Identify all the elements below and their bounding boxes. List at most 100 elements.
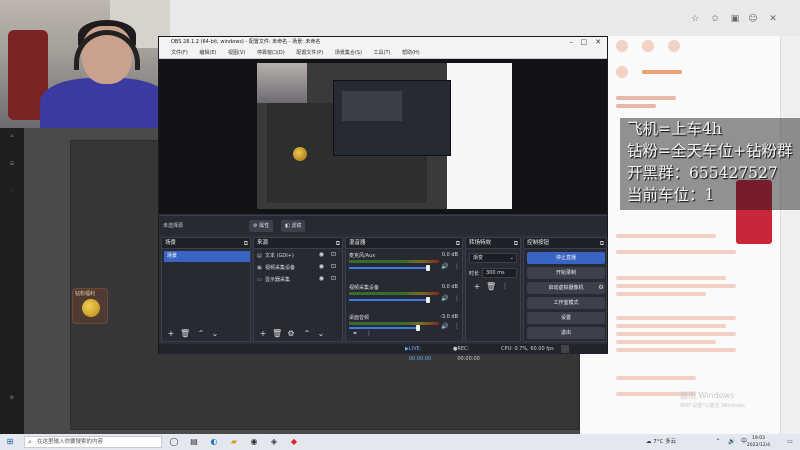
transition-type-select[interactable]: 渐变 ⌄ (469, 253, 517, 263)
properties-button[interactable]: ⚙ 属性 (249, 220, 274, 232)
obs-preview-canvas[interactable] (257, 63, 512, 209)
clock-date: 2022/12/4 (746, 443, 770, 448)
lock-icon[interactable]: ⊡ (331, 251, 336, 258)
volume-slider[interactable] (349, 267, 429, 269)
source-item[interactable]: ▤ 文本 (GDI+) (257, 251, 294, 261)
eye-icon[interactable]: ◉ (319, 263, 324, 270)
add-icon[interactable]: + (472, 282, 482, 292)
edge-browser-icon[interactable]: ◐ (208, 436, 220, 448)
mixer-channel-name: 视频采集设备 (349, 285, 380, 291)
rail-icon-1[interactable]: ⌂ (2, 133, 22, 151)
mixer-header: 混音器 ⧉ (346, 238, 462, 249)
undock-icon[interactable]: ⧉ (514, 238, 518, 249)
speaker-icon[interactable]: 🔊 (440, 262, 450, 272)
more-options-icon[interactable]: ⋮ (364, 329, 374, 339)
extensions-icon[interactable]: ☆ (690, 14, 700, 24)
add-icon[interactable]: + (258, 329, 268, 339)
menu-edit[interactable]: 编辑(E) (199, 50, 216, 56)
volume-slider-knob[interactable] (426, 297, 430, 303)
menu-profile[interactable]: 配置文件(P) (296, 50, 323, 56)
gear-icon[interactable]: ⚙ (286, 329, 296, 339)
eye-icon[interactable]: ◉ (319, 275, 324, 282)
start-virtual-camera-button[interactable]: 启动虚拟摄像机 (527, 282, 605, 294)
obs-titlebar[interactable]: OBS 28.1.2 (64-bit, windows) - 配置文件: 未命名… (159, 37, 607, 48)
controls-dock: 控制按钮 ⧉ 停止直播 开始录制 启动虚拟摄像机 ⚙ 工作室模式 设置 退出 (523, 237, 607, 342)
rail-icon-3[interactable]: ♡ (2, 189, 22, 207)
menu-docks[interactable]: 停靠窗口(D) (257, 50, 285, 56)
move-up-icon[interactable]: ⌃ (302, 329, 312, 339)
more-options-icon[interactable]: ⋮ (452, 294, 462, 304)
rp-icon-4[interactable] (616, 66, 628, 78)
close-icon[interactable]: ✕ (768, 14, 778, 24)
scrollbar[interactable] (780, 36, 800, 434)
duration-input[interactable]: 300 ms (482, 268, 517, 278)
undock-icon[interactable]: ⧉ (244, 238, 248, 249)
volume-slider-knob[interactable] (426, 265, 430, 271)
menu-view[interactable]: 视图(V) (228, 50, 245, 56)
source-item[interactable]: ▭ 显示器采集 (257, 275, 290, 285)
more-options-icon[interactable]: ⋮ (452, 262, 462, 272)
filters-button[interactable]: ◧ 滤镜 (281, 220, 306, 232)
menu-help[interactable]: 帮助(H) (402, 50, 420, 56)
taskbar-search[interactable]: ⌕ 在这里输入你要搜索的内容 (24, 436, 162, 448)
rail-icon-2[interactable]: ☰ (2, 161, 22, 179)
app-icon[interactable]: ◈ (268, 436, 280, 448)
add-icon[interactable]: + (166, 329, 176, 339)
trash-icon[interactable]: 🗑 (486, 282, 496, 292)
menu-file[interactable]: 文件(F) (171, 50, 188, 56)
volume-icon[interactable]: 🔊 (726, 436, 738, 448)
more-options-icon[interactable]: ⋮ (500, 282, 510, 292)
rp-icon-2[interactable] (642, 40, 654, 52)
weather-widget[interactable]: ☁ 7°C 多云 (646, 436, 676, 448)
trash-icon[interactable]: 🗑 (180, 329, 190, 339)
settings-button[interactable]: 设置 (527, 312, 605, 324)
scene-item[interactable]: 场景 (164, 251, 250, 262)
move-down-icon[interactable]: ⌄ (210, 329, 220, 339)
link-icon[interactable]: ⚭ (350, 329, 360, 339)
volume-slider[interactable] (349, 299, 429, 301)
start-recording-button[interactable]: 开始录制 (527, 267, 605, 279)
profile-icon[interactable]: ☺ (748, 14, 758, 24)
clock[interactable]: 19:03 2022/12/4 (747, 435, 770, 449)
widgets-icon[interactable]: ▤ (188, 436, 200, 448)
gear-icon[interactable]: ⚙ (596, 283, 606, 293)
speaker-icon[interactable]: 🔊 (440, 294, 450, 304)
stream-gift-badge[interactable]: 钻粉福利 (72, 288, 108, 324)
move-down-icon[interactable]: ⌄ (316, 329, 326, 339)
obs-taskbar-icon[interactable]: ◉ (248, 436, 260, 448)
volume-meter (349, 292, 439, 295)
task-view-icon[interactable]: ◯ (168, 436, 180, 448)
stop-streaming-button[interactable]: 停止直播 (527, 252, 605, 264)
rp-icon-1[interactable] (616, 40, 628, 52)
trash-icon[interactable]: 🗑 (272, 329, 282, 339)
lock-icon[interactable]: ⊡ (331, 275, 336, 282)
menu-tools[interactable]: 工具(T) (374, 50, 391, 56)
favorites-icon[interactable]: ✩ (710, 14, 720, 24)
undock-icon[interactable]: ⧉ (336, 238, 340, 249)
collections-icon[interactable]: ▣ (730, 14, 740, 24)
studio-mode-button[interactable]: 工作室模式 (527, 297, 605, 309)
eye-icon[interactable]: ◉ (319, 251, 324, 258)
rail-icon-4[interactable]: ⚙ (2, 395, 22, 413)
move-up-icon[interactable]: ⌃ (196, 329, 206, 339)
camera-icon: ▣ (257, 265, 262, 271)
obs-title: OBS 28.1.2 (64-bit, windows) - 配置文件: 未命名… (171, 39, 321, 45)
app-icon[interactable]: ◆ (288, 436, 300, 448)
undock-icon[interactable]: ⧉ (600, 238, 604, 249)
close-icon[interactable]: ✕ (595, 37, 601, 48)
rp-icon-3[interactable] (668, 40, 680, 52)
tray-chevron-icon[interactable]: ⌃ (712, 436, 724, 448)
notifications-icon[interactable]: ▭ (784, 436, 796, 448)
file-explorer-icon[interactable]: ▰ (228, 436, 240, 448)
lock-icon[interactable]: ⊡ (331, 263, 336, 270)
pc-client-badge[interactable] (642, 70, 682, 74)
source-item[interactable]: ▣ 视频采集设备 (257, 263, 295, 273)
minimize-icon[interactable]: – (570, 37, 574, 48)
preview-nested-obs (333, 80, 451, 156)
exit-button[interactable]: 退出 (527, 327, 605, 339)
undock-icon[interactable]: ⧉ (456, 238, 460, 249)
overlay-line-3: 开黑群：655427527 (627, 164, 778, 182)
maximize-icon[interactable]: □ (580, 37, 587, 48)
menu-scene-collection[interactable]: 场景集合(S) (335, 50, 362, 56)
windows-start-icon[interactable]: ⊞ (4, 436, 16, 448)
